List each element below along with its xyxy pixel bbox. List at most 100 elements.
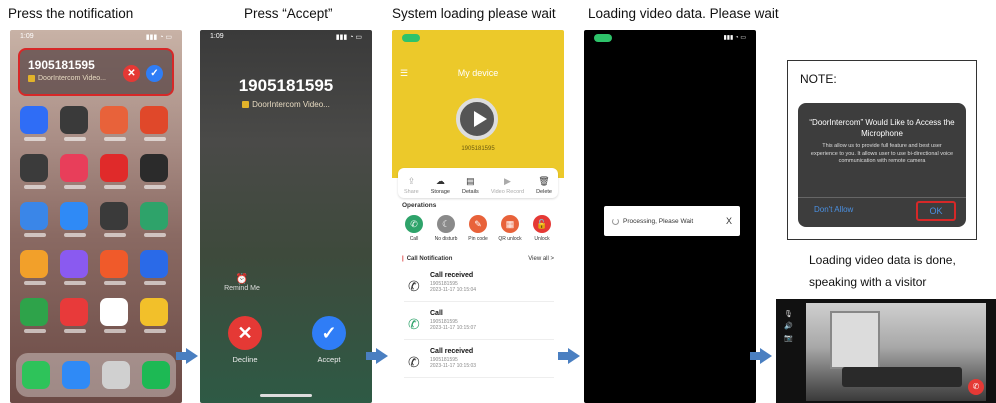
dock-app-icon[interactable] (62, 361, 90, 389)
action-details[interactable]: ▤ Details (462, 176, 479, 195)
view-all-link[interactable]: View all > (528, 256, 554, 262)
app-icon[interactable] (100, 202, 130, 242)
step-title-3: System loading please wait (392, 6, 556, 21)
app-label (144, 233, 166, 237)
app-label (24, 137, 46, 141)
arrow-icon (366, 348, 388, 364)
dont-allow-button[interactable]: Don't Allow (814, 205, 853, 214)
operation-label: Unlock (534, 236, 550, 242)
play-icon[interactable] (456, 98, 498, 140)
app-tile-icon (60, 298, 88, 326)
camera-icon[interactable]: 📷 (784, 333, 793, 345)
device-header: ☰ My device 1905181595 (392, 30, 564, 178)
call-status-pill (594, 34, 612, 42)
accept-notification-button[interactable]: ✓ (146, 65, 163, 82)
dock-app-icon[interactable] (142, 361, 170, 389)
operation-no-disturb[interactable]: ☾ No disturb (433, 215, 459, 242)
app-icon[interactable] (100, 154, 130, 194)
app-tile-icon (100, 154, 128, 182)
app-tile-icon (100, 250, 128, 278)
delete-icon: 🗑 (538, 176, 550, 186)
call-title: Call received (430, 272, 474, 279)
app-icon[interactable] (60, 106, 90, 146)
app-icon[interactable] (100, 250, 130, 290)
app-icon[interactable] (100, 106, 130, 146)
accept-button[interactable]: ✓ (312, 316, 346, 350)
app-icon[interactable] (140, 298, 170, 338)
signal-icon: ▮▮▮ ◔ ▭ (723, 35, 746, 41)
app-icon[interactable] (140, 202, 170, 242)
window-image (830, 311, 880, 369)
step-title-4: Loading video data. Please wait (588, 6, 779, 21)
phone-icon: ✆ (408, 278, 420, 294)
call-row[interactable]: ✆ Call received 1905181595 2023-11-17 10:15… (404, 270, 554, 302)
decline-button[interactable]: ✕ (228, 316, 262, 350)
home-indicator (260, 394, 312, 397)
app-tile-icon (60, 106, 88, 134)
spinner-icon (612, 217, 619, 225)
app-badge-icon (242, 101, 250, 108)
hang-up-button[interactable]: ✆ (968, 379, 984, 395)
dock-app-icon[interactable] (22, 361, 50, 389)
video-frame (806, 303, 986, 401)
operation-unlock[interactable]: 🔓 Unlock (529, 215, 555, 242)
dialog-title: “DoorIntercom” Would Like to Access the … (809, 118, 955, 138)
app-label (104, 281, 126, 285)
app-icon[interactable] (140, 106, 170, 146)
app-icon[interactable] (60, 298, 90, 338)
action-video-record[interactable]: ▶ Video Record (491, 176, 524, 195)
operation-icon: 🔓 (533, 215, 551, 233)
remind-me-button[interactable]: ⏰ Remind Me (222, 274, 262, 292)
app-icon[interactable] (20, 250, 50, 290)
action-delete[interactable]: 🗑 Delete (536, 176, 552, 195)
app-icon[interactable] (20, 202, 50, 242)
app-label (24, 281, 46, 285)
action-storage[interactable]: ☁ Storage (431, 176, 450, 195)
device-title: My device (457, 68, 499, 78)
speaker-icon[interactable]: 🔊 (784, 321, 793, 333)
call-notification-banner[interactable]: 1905181595 DoorIntercom Video... ✕ ✓ (18, 48, 174, 96)
caller-number: 1905181595 (238, 76, 334, 95)
operation-qr-unlock[interactable]: ▦ QR unlock (497, 215, 523, 242)
app-icon[interactable] (20, 298, 50, 338)
app-label (24, 185, 46, 189)
phone-incoming-call: 1:09 ▮▮▮ ◔ ▭ 1905181595 DoorIntercom Vid… (200, 30, 372, 403)
ok-button[interactable]: OK (916, 201, 956, 221)
operation-label: No disturb (434, 236, 458, 242)
close-icon[interactable]: X (726, 216, 732, 226)
app-icon[interactable] (140, 154, 170, 194)
app-label (144, 137, 166, 141)
status-time: 1:09 (210, 33, 224, 40)
video-feed: 🎙 🔊 📷 ✆ (776, 299, 996, 403)
operations-panel: Operations ✆ Call ☾ No disturb ✎ Pin code ▦ QR … (398, 202, 558, 242)
app-label (104, 137, 126, 141)
app-tile-icon (20, 202, 48, 230)
operation-call[interactable]: ✆ Call (401, 215, 427, 242)
dock-app-icon[interactable] (102, 361, 130, 389)
device-id: 1905181595 (461, 146, 495, 152)
device-action-bar: ⇪ Share ☁ Storage ▤ Details ▶ Video Record 🗑 Dele… (398, 168, 558, 198)
action-share[interactable]: ⇪ Share (404, 176, 419, 195)
note-box: NOTE: “DoorIntercom” Would Like to Acces… (787, 60, 977, 240)
dialog-body: This allow us to provide full feature an… (810, 143, 954, 164)
app-icon[interactable] (60, 154, 90, 194)
step-title-6-line2: speaking with a visitor (809, 275, 927, 289)
call-row[interactable]: ✆ Call 1905181595 2023-11-17 10:15:07 (404, 308, 554, 340)
app-icon[interactable] (60, 202, 90, 242)
decline-notification-button[interactable]: ✕ (123, 65, 140, 82)
mic-icon[interactable]: 🎙 (784, 309, 793, 321)
processing-dialog: Processing, Please Wait X (604, 206, 740, 236)
app-icon[interactable] (140, 250, 170, 290)
call-row[interactable]: ✆ Call received 1905181595 2023-11-17 10:15… (404, 346, 554, 378)
phone-home-screen: 1:09 ▮▮▮ ◔ ▭ 1905181595 DoorIntercom Vid… (10, 30, 182, 403)
app-tile-icon (140, 106, 168, 134)
phone-app-device: ☰ My device 1905181595 ⇪ Share ☁ Storage ▤ De… (392, 30, 564, 403)
app-tile-icon (60, 154, 88, 182)
app-icon[interactable] (20, 106, 50, 146)
app-grid (20, 106, 172, 338)
phone-icon: ✆ (408, 316, 420, 332)
operation-pin-code[interactable]: ✎ Pin code (465, 215, 491, 242)
app-icon[interactable] (100, 298, 130, 338)
app-icon[interactable] (20, 154, 50, 194)
app-icon[interactable] (60, 250, 90, 290)
